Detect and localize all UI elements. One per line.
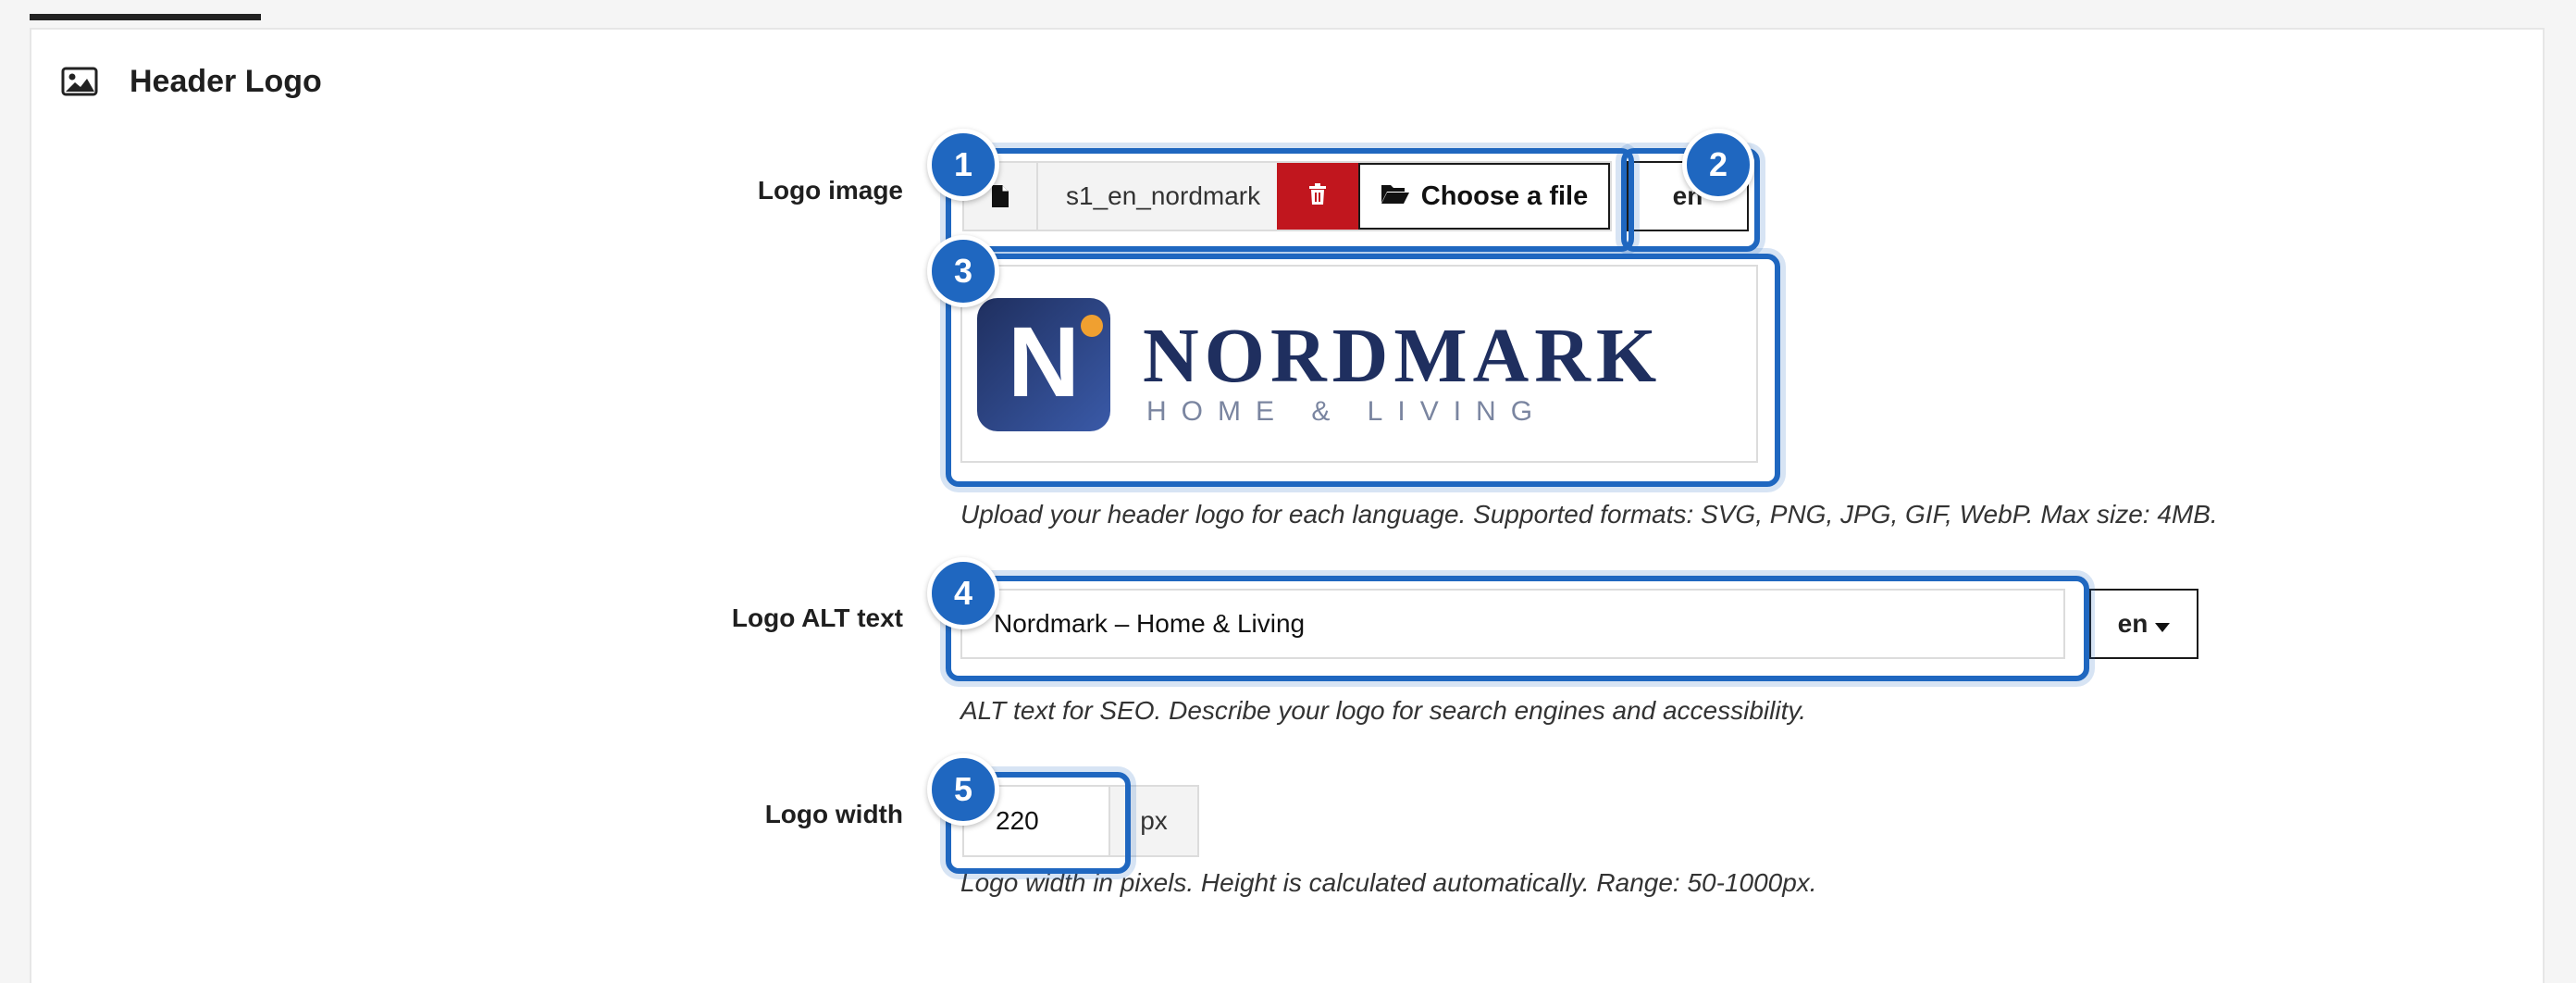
delete-file-button[interactable] xyxy=(1277,163,1358,230)
logo-upload-group: s1_en_nordmark Choose a file xyxy=(962,161,1612,231)
logo-image-help: Upload your header logo for each languag… xyxy=(960,500,2218,529)
choose-file-label: Choose a file xyxy=(1420,180,1589,211)
logo-alt-language-select[interactable]: en xyxy=(2089,589,2198,659)
brand-dot xyxy=(1081,315,1103,337)
logo-alt-input[interactable]: Nordmark – Home & Living xyxy=(960,589,2065,659)
logo-width-unit: px xyxy=(1110,785,1199,857)
logo-filename: s1_en_nordmark xyxy=(1038,163,1277,230)
logo-alt-value: Nordmark – Home & Living xyxy=(994,609,1306,638)
annotation-badge-1: 1 xyxy=(927,129,999,201)
language-value: en xyxy=(2117,609,2149,638)
annotation-badge-5: 5 xyxy=(927,753,999,826)
annotation-badge-4: 4 xyxy=(927,557,999,629)
logo-width-help: Logo width in pixels. Height is calculat… xyxy=(960,868,1817,897)
annotation-badge-3: 3 xyxy=(927,235,999,307)
logo-image-label: Logo image xyxy=(757,176,903,205)
logo-preview: N NORDMARK HOME & LIVING xyxy=(960,265,1758,463)
logo-width-label: Logo width xyxy=(764,800,903,828)
caret-down-icon xyxy=(2155,609,2171,639)
logo-alt-help: ALT text for SEO. Describe your logo for… xyxy=(960,696,1807,725)
annotation-badge-2: 2 xyxy=(1682,129,1754,201)
brand-name: NORDMARK xyxy=(1143,313,1662,399)
image-icon xyxy=(61,67,98,96)
trash-icon xyxy=(1308,182,1327,210)
logo-alt-label: Logo ALT text xyxy=(731,603,903,632)
unit-label: px xyxy=(1140,806,1168,835)
section-title: Header Logo xyxy=(130,63,322,99)
active-tab-indicator xyxy=(30,14,261,20)
brand-tagline: HOME & LIVING xyxy=(1146,396,1547,427)
panel-header: Header Logo xyxy=(61,56,322,107)
logo-width-value: 220 xyxy=(996,806,1039,835)
folder-open-icon xyxy=(1381,181,1410,212)
choose-file-button[interactable]: Choose a file xyxy=(1358,163,1610,230)
brand-initial: N xyxy=(1008,305,1080,417)
